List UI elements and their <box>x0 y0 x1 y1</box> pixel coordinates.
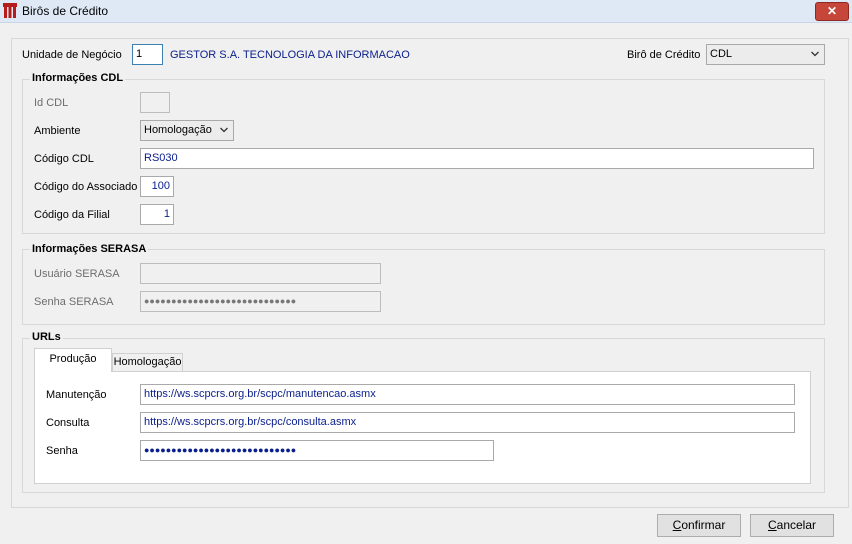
biro-label: Birô de Crédito <box>627 49 701 61</box>
cancel-mnemonic: C <box>767 518 777 532</box>
codigo-cdl-label: Código CDL <box>34 153 94 165</box>
tab-homologacao[interactable]: Homologação <box>112 353 183 371</box>
biro-select[interactable]: CDL <box>706 44 825 65</box>
consulta-label: Consulta <box>46 417 90 429</box>
tab-active-joint <box>35 370 111 372</box>
confirm-button[interactable]: Confirmar <box>657 514 741 537</box>
close-icon: ✕ <box>826 4 838 18</box>
filial-input[interactable]: 1 <box>140 204 174 225</box>
senha-serasa-label: Senha SERASA <box>34 296 114 308</box>
biro-select-value: CDL <box>710 48 733 60</box>
confirm-label: onfirmar <box>681 518 726 532</box>
filial-label: Código da Filial <box>34 209 110 221</box>
ambiente-select[interactable]: Homologação <box>140 120 234 141</box>
manutencao-label: Manutenção <box>46 389 107 401</box>
tab-producao[interactable]: Produção <box>34 348 112 372</box>
unidade-label: Unidade de Negócio <box>22 49 122 61</box>
id-cdl-input <box>140 92 170 113</box>
close-button[interactable]: ✕ <box>815 2 849 21</box>
urls-group-title: URLs <box>30 331 63 343</box>
senha-url-label: Senha <box>46 445 78 457</box>
title-bar <box>0 0 852 23</box>
serasa-group <box>22 249 825 325</box>
ambiente-select-value: Homologação <box>144 124 212 136</box>
consulta-input[interactable]: https://ws.scpcrs.org.br/scpc/consulta.a… <box>140 412 795 433</box>
unidade-input[interactable]: 1 <box>132 44 163 65</box>
manutencao-input[interactable]: https://ws.scpcrs.org.br/scpc/manutencao… <box>140 384 795 405</box>
usuario-serasa-label: Usuário SERASA <box>34 268 120 280</box>
chevron-down-icon <box>811 51 819 57</box>
associado-label: Código do Associado <box>34 181 138 193</box>
app-icon <box>3 3 17 18</box>
associado-input[interactable]: 100 <box>140 176 174 197</box>
cancel-button[interactable]: Cancelar <box>750 514 834 537</box>
cancel-label: ancelar <box>776 518 817 532</box>
id-cdl-label: Id CDL <box>34 97 69 109</box>
serasa-group-title: Informações SERASA <box>30 243 149 255</box>
cdl-group-title: Informações CDL <box>30 72 126 84</box>
codigo-cdl-input[interactable]: RS030 <box>140 148 814 169</box>
unidade-name: GESTOR S.A. TECNOLOGIA DA INFORMACAO <box>170 49 410 61</box>
senha-url-input[interactable]: ●●●●●●●●●●●●●●●●●●●●●●●●●●●● <box>140 440 494 461</box>
ambiente-label: Ambiente <box>34 125 81 137</box>
senha-serasa-input: ●●●●●●●●●●●●●●●●●●●●●●●●●●●● <box>140 291 381 312</box>
usuario-serasa-input <box>140 263 381 284</box>
window-title: Birôs de Crédito <box>22 4 109 18</box>
chevron-down-icon <box>220 127 228 133</box>
